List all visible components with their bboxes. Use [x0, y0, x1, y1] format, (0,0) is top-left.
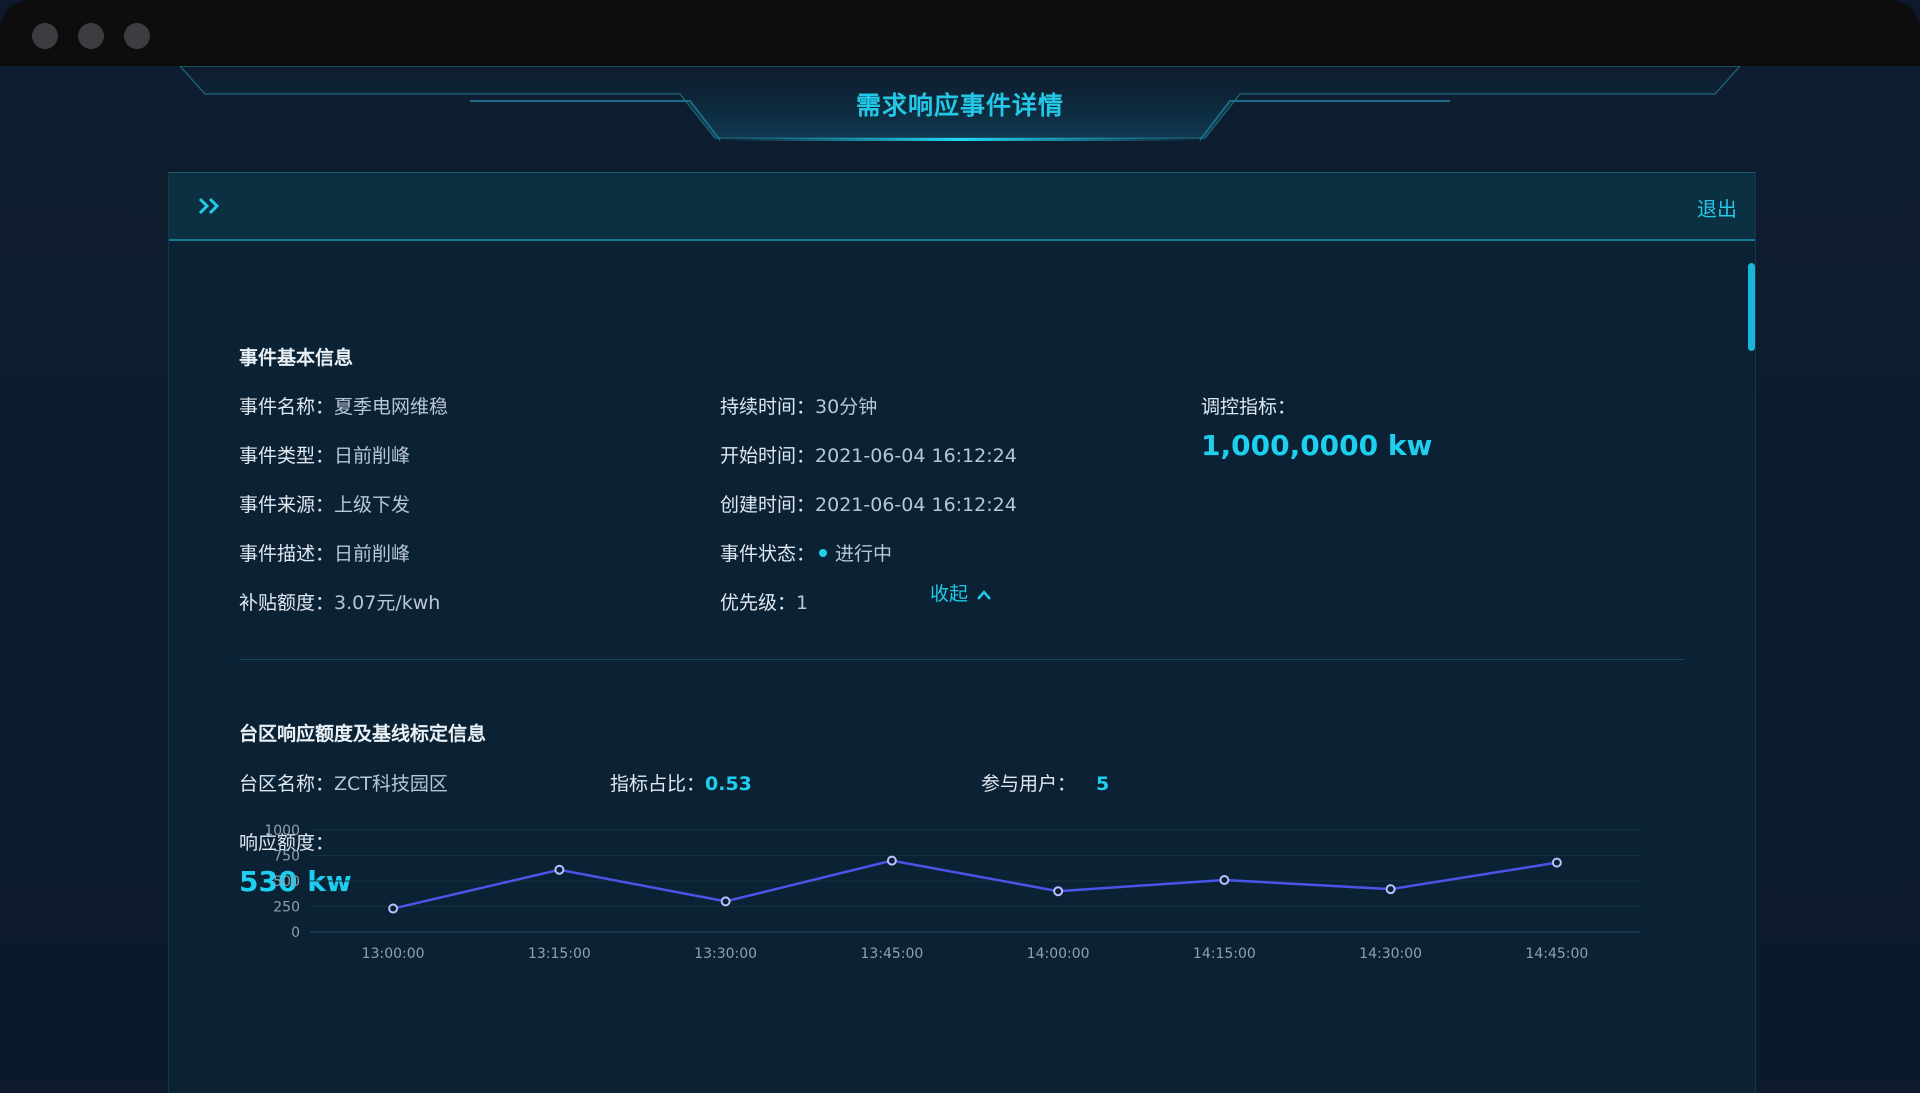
y-tick-label: 1000	[264, 823, 300, 839]
y-tick-label: 250	[273, 900, 300, 916]
field-value: 0.53	[705, 773, 752, 795]
field-label: 调控指标：	[1201, 396, 1297, 418]
data-point	[1551, 857, 1562, 868]
field-event-description: 事件描述：日前削峰	[239, 539, 410, 566]
y-tick-label: 750	[273, 849, 300, 865]
field-duration: 持续时间：30分钟	[720, 392, 877, 419]
window-titlebar	[0, 0, 1920, 66]
field-index-ratio: 指标占比：0.53	[610, 769, 752, 796]
app-area: 需求响应事件详情 退出 事件基本信息 事件名称：夏季电网维稳 事件类型：日前削峰…	[0, 66, 1920, 1093]
x-tick-label: 13:30:00	[694, 946, 757, 962]
field-label: 创建时间：	[720, 494, 816, 516]
window-minimize-dot[interactable]	[78, 23, 104, 49]
field-label: 事件状态：	[720, 543, 816, 565]
field-label: 指标占比：	[610, 773, 706, 795]
field-value: 夏季电网维稳	[334, 396, 449, 418]
window-close-dot[interactable]	[32, 23, 58, 49]
field-create-time: 创建时间：2021-06-04 16:12:24	[720, 490, 1017, 517]
field-event-source: 事件来源：上级下发	[239, 490, 410, 517]
field-value: 2021-06-04 16:12:24	[815, 494, 1017, 516]
double-chevron-right-icon[interactable]	[197, 196, 225, 216]
x-tick-label: 14:15:00	[1193, 946, 1256, 962]
field-participants: 参与用户： 5	[981, 769, 1109, 796]
field-subsidy: 补贴额度：3.07元/kwh	[239, 588, 440, 615]
data-point	[1219, 874, 1230, 885]
section-divider	[239, 659, 1685, 660]
status-dot-icon	[819, 549, 828, 557]
field-event-type: 事件类型：日前削峰	[239, 441, 410, 468]
window-maximize-dot[interactable]	[124, 23, 150, 49]
data-point	[388, 903, 399, 914]
field-label: 事件描述：	[239, 543, 335, 565]
field-value: 日前削峰	[334, 445, 411, 467]
field-value: 5	[1096, 773, 1110, 795]
exit-button[interactable]: 退出	[1697, 193, 1737, 222]
series-line	[392, 859, 1558, 910]
field-label: 事件名称：	[239, 396, 335, 418]
field-label: 事件来源：	[239, 494, 335, 516]
x-tick-label: 13:00:00	[362, 946, 425, 962]
panel-header: 退出	[169, 173, 1755, 241]
data-point	[1053, 886, 1064, 897]
field-value: 2021-06-04 16:12:24	[815, 445, 1017, 467]
field-value: 1	[796, 592, 809, 614]
field-value: 上级下发	[334, 494, 411, 516]
data-point	[554, 864, 565, 875]
field-label: 优先级：	[720, 592, 797, 614]
x-tick-label: 14:45:00	[1525, 946, 1588, 962]
section-title-event-info: 事件基本信息	[239, 347, 354, 369]
data-point	[720, 896, 731, 907]
field-start-time: 开始时间：2021-06-04 16:12:24	[720, 441, 1017, 468]
field-value: 30分钟	[815, 396, 878, 418]
field-value: ZCT科技园区	[334, 773, 448, 795]
field-value: 3.07元/kwh	[334, 592, 441, 614]
field-label: 参与用户：	[981, 773, 1077, 795]
x-tick-label: 14:30:00	[1359, 946, 1422, 962]
scrollbar-thumb[interactable]	[1748, 263, 1755, 351]
chevron-up-icon	[977, 589, 992, 600]
field-area-name: 台区名称：ZCT科技园区	[239, 769, 448, 796]
response-line-chart: 0 250 500 750 1000 13:00:00 13:15:00 13:30:00 13…	[264, 823, 1640, 962]
y-tick-label: 0	[291, 925, 300, 941]
x-tick-label: 13:15:00	[528, 946, 591, 962]
field-event-name: 事件名称：夏季电网维稳	[239, 392, 448, 419]
field-event-status: 事件状态： 进行中	[720, 539, 892, 566]
collapse-label: 收起	[930, 583, 969, 605]
field-label: 开始时间：	[720, 445, 816, 467]
x-tick-label: 13:45:00	[860, 946, 923, 962]
data-point	[1385, 884, 1396, 895]
x-tick-label: 14:00:00	[1027, 946, 1090, 962]
page-title: 需求响应事件详情	[855, 91, 1064, 120]
data-point	[886, 855, 897, 866]
control-index-label: 调控指标：	[1201, 392, 1296, 419]
field-label: 事件类型：	[239, 445, 335, 467]
field-label: 台区名称：	[239, 773, 335, 795]
field-label: 持续时间：	[720, 396, 816, 418]
field-label: 补贴额度：	[239, 592, 335, 614]
status-value: 进行中	[835, 543, 893, 565]
field-value: 日前削峰	[334, 543, 411, 565]
section-title-area-info: 台区响应额度及基线标定信息	[239, 723, 487, 745]
collapse-button[interactable]: 收起	[930, 579, 992, 606]
y-tick-label: 500	[273, 874, 300, 890]
field-priority: 优先级：1	[720, 588, 808, 615]
control-index-value: 1,000,0000 kw	[1201, 429, 1433, 462]
